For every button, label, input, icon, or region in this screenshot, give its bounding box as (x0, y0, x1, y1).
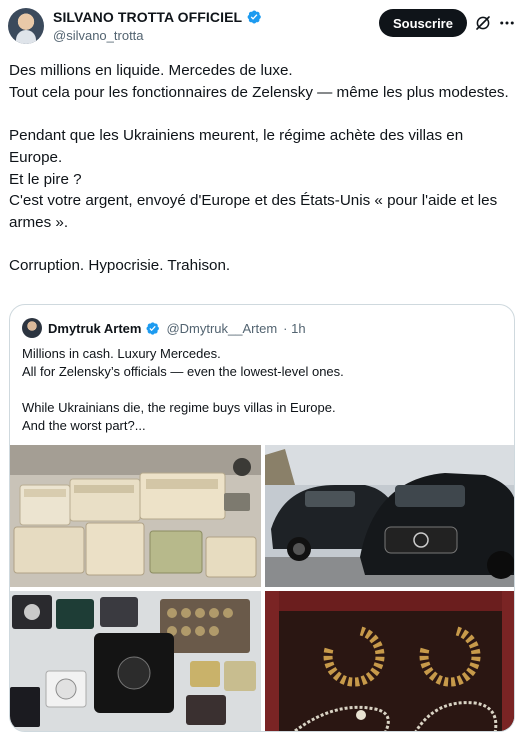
quoted-line: And the worst part?... (22, 418, 146, 433)
photo-mercedes-cars[interactable] (265, 445, 514, 587)
quoted-author-handle[interactable]: @Dmytruk__Artem (166, 321, 277, 336)
media-grid (10, 445, 514, 731)
author-handle[interactable]: @silvano_trotta (53, 28, 144, 43)
post-header: SILVANO TROTTA OFFICIEL @silvano_trotta … (0, 0, 521, 50)
quoted-post-text: Millions in cash. Luxury Mercedes. All f… (22, 345, 502, 435)
post-line: C'est votre argent, envoyé d'Europe et d… (9, 192, 498, 231)
more-options-icon[interactable] (498, 14, 516, 32)
photo-watches-coins[interactable] (10, 591, 261, 731)
quoted-line: All for Zelensky’s officials — even the … (22, 364, 344, 379)
post-line: Tout cela pour les fonctionnaires de Zel… (9, 83, 509, 101)
post-line: Pendant que les Ukrainiens meurent, le r… (9, 127, 464, 166)
verified-badge-icon (247, 10, 262, 24)
quoted-author-name[interactable]: Dmytruk Artem (48, 321, 141, 336)
photo-gold-jewelry[interactable] (265, 591, 514, 731)
quoted-line: While Ukrainians die, the regime buys vi… (22, 400, 336, 415)
author-avatar[interactable] (8, 8, 44, 44)
grok-icon[interactable] (474, 14, 492, 32)
post-line: Corruption. Hypocrisie. Trahison. (9, 257, 231, 275)
post-text: Des millions en liquide. Mercedes de lux… (9, 60, 515, 277)
author-name-row[interactable]: SILVANO TROTTA OFFICIEL (53, 9, 262, 25)
post-line: Des millions en liquide. Mercedes de lux… (9, 62, 293, 79)
verified-badge-icon (146, 321, 160, 335)
post-line: Et le pire ? (9, 170, 82, 188)
quoted-post-card[interactable]: Dmytruk Artem @Dmytruk__Artem · 1h Milli… (9, 304, 515, 732)
subscribe-button[interactable]: Souscrire (379, 9, 467, 37)
quoted-line: Millions in cash. Luxury Mercedes. (22, 346, 221, 361)
quoted-post-header: Dmytruk Artem @Dmytruk__Artem · 1h (22, 318, 306, 338)
quoted-author-avatar[interactable] (22, 318, 42, 338)
quoted-post-time[interactable]: · 1h (283, 321, 305, 336)
author-display-name[interactable]: SILVANO TROTTA OFFICIEL (53, 9, 242, 25)
photo-cash-stacks[interactable] (10, 445, 261, 587)
